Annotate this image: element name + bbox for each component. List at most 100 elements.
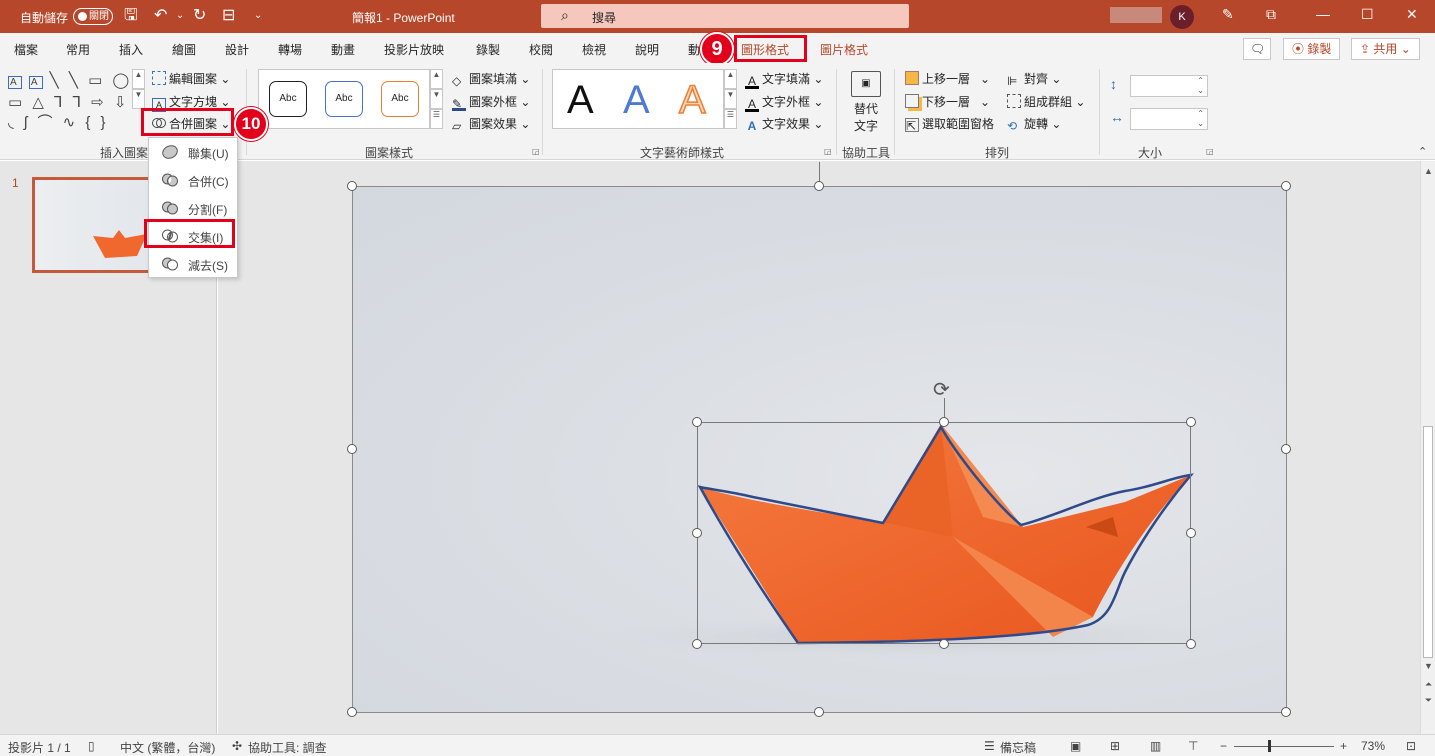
wordart-gallery[interactable]: A A A <box>552 69 724 129</box>
resize-handle-bottom-left[interactable] <box>347 707 357 717</box>
scroll-down-icon[interactable]: ▼ <box>1423 661 1434 671</box>
menu-item-subtract[interactable]: 減去(S) <box>149 250 237 278</box>
spellcheck-icon[interactable]: ▯ <box>88 739 95 753</box>
slide-sorter-icon[interactable]: ⊞ <box>1110 739 1120 753</box>
scroll-up-icon[interactable]: ▲ <box>1423 166 1434 176</box>
shape-handle-bottom-right[interactable] <box>1186 639 1196 649</box>
align-button[interactable]: ⊫ 對齊 ⌄ <box>1007 70 1061 88</box>
tab-view[interactable]: 檢視 <box>582 41 606 58</box>
shape-handle-bottom-left[interactable] <box>692 639 702 649</box>
zoom-slider-track[interactable] <box>1234 746 1334 747</box>
next-slide-icon[interactable]: ⏷ <box>1423 695 1434 706</box>
autosave-toggle[interactable]: 關閉 <box>73 8 113 25</box>
wordart-preset-blue[interactable]: A <box>623 76 650 124</box>
shapes-scroll-down[interactable]: ▼ <box>132 89 145 109</box>
customize-qat-icon[interactable]: ⌄ <box>254 6 262 26</box>
tab-slideshow[interactable]: 投影片放映 <box>384 41 444 58</box>
zoom-out-icon[interactable]: − <box>1220 739 1227 753</box>
zoom-slider-thumb[interactable] <box>1268 740 1271 752</box>
resize-handle-top-left[interactable] <box>347 181 357 191</box>
menu-item-union[interactable]: 聯集(U) <box>149 138 237 166</box>
menu-item-fragment[interactable]: 分割(F) <box>149 194 237 222</box>
minimize-icon[interactable]: — <box>1316 6 1330 22</box>
tab-insert[interactable]: 插入 <box>119 41 143 58</box>
selection-pane-button[interactable]: ⇱ 選取範圍窗格 <box>905 115 994 133</box>
wordart-preset-black[interactable]: A <box>567 76 594 124</box>
tab-animations[interactable]: 動畫 <box>331 41 355 58</box>
tab-file[interactable]: 檔案 <box>14 41 38 58</box>
shapes-gallery[interactable]: A A ╲ ╲ ▭ ◯ ▭ △ ⅂ ⅂ ⇨ ⇩ ◟ ʃ ⌒ ∿ { } <box>8 71 132 131</box>
shape-handle-top-left[interactable] <box>692 417 702 427</box>
wordart-scroll-up[interactable]: ▲ <box>724 69 737 89</box>
shape-selection-box[interactable] <box>697 422 1191 644</box>
tab-review[interactable]: 校閱 <box>529 41 553 58</box>
group-objects-button[interactable]: 組成群組 ⌄ <box>1007 93 1085 110</box>
menu-item-combine[interactable]: 合併(C) <box>149 166 237 194</box>
rotate-button[interactable]: ⟲ 旋轉 ⌄ <box>1007 115 1061 133</box>
shape-handle-right[interactable] <box>1186 528 1196 538</box>
avatar[interactable]: K <box>1170 5 1194 29</box>
resize-handle-top[interactable] <box>814 181 824 191</box>
text-effects-button[interactable]: A 文字效果 ⌄ <box>745 115 824 134</box>
notes-button[interactable]: 備忘稿 <box>1000 739 1036 756</box>
redo-icon[interactable]: ↻ <box>193 6 206 26</box>
reading-view-icon[interactable]: ▥ <box>1150 739 1161 753</box>
shape-handle-top-right[interactable] <box>1186 417 1196 427</box>
record-button[interactable]: ⦿ 錄製 <box>1283 38 1341 60</box>
wordart-scroll-down[interactable]: ▼ <box>724 89 737 109</box>
tab-picture-format[interactable]: 圖片格式 <box>820 41 868 58</box>
tab-draw[interactable]: 繪圖 <box>172 41 196 58</box>
resize-handle-left[interactable] <box>347 444 357 454</box>
close-icon[interactable]: ✕ <box>1406 6 1418 23</box>
shape-handle-top[interactable] <box>939 417 949 427</box>
height-input[interactable]: ⌃ ⌄ <box>1130 75 1208 97</box>
size-launcher-icon[interactable]: ◲ <box>1206 147 1214 156</box>
style-preset-black[interactable]: Abc <box>269 81 307 117</box>
previous-slide-icon[interactable]: ⏶ <box>1423 679 1434 690</box>
send-backward-button[interactable]: 下移一層 ⌄ <box>905 93 990 110</box>
language-indicator[interactable]: 中文 (繁體，台灣) <box>120 739 215 756</box>
zoom-in-icon[interactable]: + <box>1340 739 1347 753</box>
wordart-preset-orange[interactable]: A <box>678 76 706 124</box>
width-input[interactable]: ⌃ ⌄ <box>1130 108 1208 130</box>
vertical-scrollbar[interactable]: ▲ ▼ ⏶ ⏷ <box>1420 161 1435 734</box>
styles-more[interactable]: ☰ <box>430 109 443 129</box>
slideshow-view-icon[interactable]: ⊤ <box>1188 739 1198 753</box>
resize-handle-right[interactable] <box>1281 444 1291 454</box>
undo-icon[interactable]: ↶ <box>154 6 167 26</box>
styles-scroll-up[interactable]: ▲ <box>430 69 443 89</box>
present-icon[interactable]: ⊟ <box>222 6 235 26</box>
styles-scroll-down[interactable]: ▼ <box>430 89 443 109</box>
scroll-thumb[interactable] <box>1423 426 1433 658</box>
resize-handle-bottom-right[interactable] <box>1281 707 1291 717</box>
tab-transitions[interactable]: 轉場 <box>278 41 302 58</box>
wordart-launcher-icon[interactable]: ◲ <box>824 147 832 156</box>
resize-handle-bottom[interactable] <box>814 707 824 717</box>
shape-fill-button[interactable]: ◇ 圖案填滿 ⌄ <box>452 70 530 88</box>
bring-forward-button[interactable]: 上移一層 ⌄ <box>905 70 990 87</box>
normal-view-icon[interactable]: ▣ <box>1070 739 1081 753</box>
tab-home[interactable]: 常用 <box>66 41 90 58</box>
text-outline-button[interactable]: A 文字外框 ⌄ <box>745 93 823 112</box>
tab-partial[interactable]: 動 <box>688 41 700 58</box>
rotate-handle-icon[interactable]: ⟳ <box>933 377 950 402</box>
shape-outline-button[interactable]: ✎ 圖案外框 ⌄ <box>452 93 530 111</box>
zoom-level[interactable]: 73% <box>1361 739 1385 753</box>
search-input[interactable]: ⌕ 搜尋 <box>541 4 909 28</box>
resize-handle-top-right[interactable] <box>1281 181 1291 191</box>
shape-effects-button[interactable]: ▱ 圖案效果 ⌄ <box>452 115 530 133</box>
tab-design[interactable]: 設計 <box>225 41 249 58</box>
shape-handle-bottom[interactable] <box>939 639 949 649</box>
shape-handle-left[interactable] <box>692 528 702 538</box>
style-preset-orange[interactable]: Abc <box>381 81 419 117</box>
tab-help[interactable]: 說明 <box>635 41 659 58</box>
text-fill-button[interactable]: A 文字填滿 ⌄ <box>745 70 823 89</box>
style-preset-blue[interactable]: Abc <box>325 81 363 117</box>
ribbon-display-icon[interactable]: ⧉ <box>1266 6 1276 23</box>
maximize-icon[interactable]: ☐ <box>1361 6 1374 23</box>
fit-to-window-icon[interactable]: ⊡ <box>1406 739 1416 753</box>
designer-icon[interactable]: ✎ <box>1222 6 1234 23</box>
comments-button[interactable]: 🗨 <box>1243 38 1271 60</box>
tab-record[interactable]: 錄製 <box>476 41 500 58</box>
share-button[interactable]: ⇪ 共用 ⌄ <box>1351 38 1420 60</box>
